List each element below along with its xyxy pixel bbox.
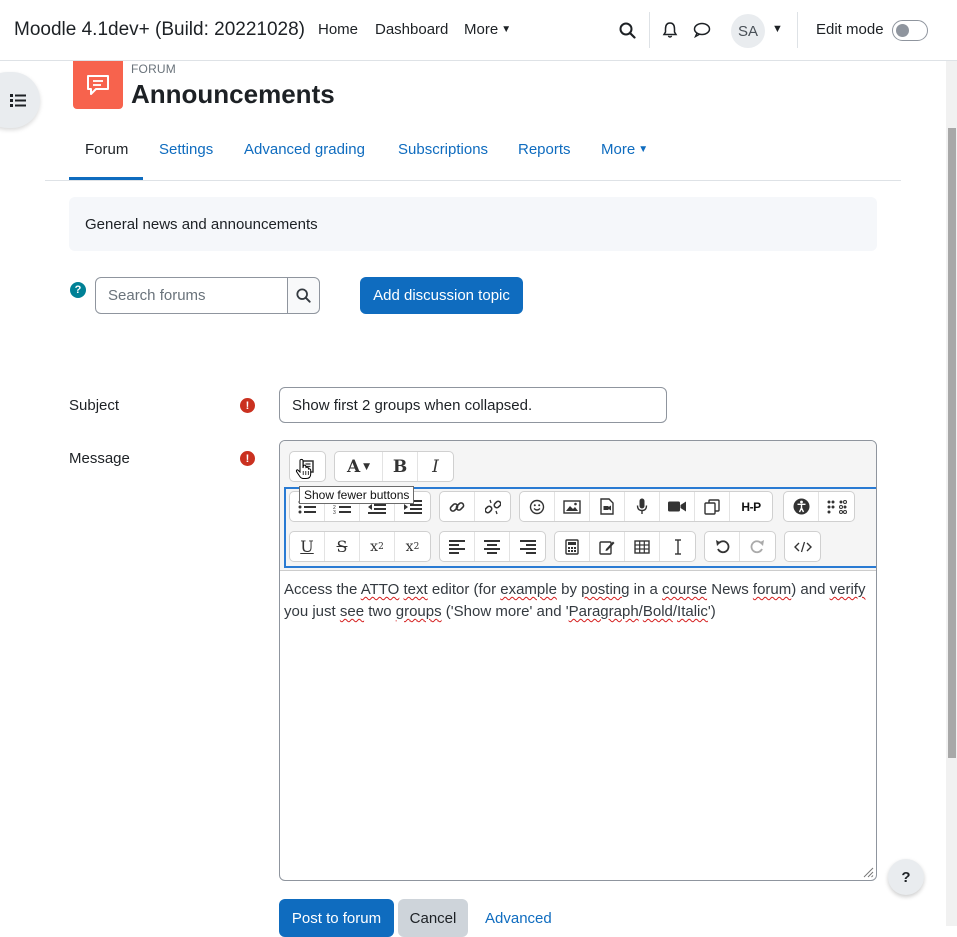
- text-segment: editor (for: [427, 581, 501, 598]
- tab-settings[interactable]: Settings: [159, 141, 213, 158]
- site-brand[interactable]: Moodle 4.1dev+ (Build: 20221028): [14, 19, 305, 41]
- paragraph-styles-button[interactable]: A ▼: [335, 452, 383, 481]
- edit-mode-toggle[interactable]: [892, 20, 928, 41]
- messages-icon[interactable]: [691, 19, 713, 41]
- subject-input[interactable]: Show first 2 groups when collapsed.: [279, 387, 667, 423]
- message-editor-content[interactable]: Access the ATTO text editor (for example…: [284, 579, 869, 623]
- cancel-button[interactable]: Cancel: [398, 899, 468, 937]
- message-line-1: Access the ATTO text editor (for example…: [284, 579, 869, 601]
- forum-intro: General news and announcements: [69, 197, 877, 251]
- add-discussion-topic-button[interactable]: Add discussion topic: [360, 277, 523, 314]
- navbar-divider: [649, 12, 650, 48]
- text-segment: by: [556, 581, 582, 598]
- caret-down-icon: ▼: [363, 461, 371, 472]
- message-label: Message: [69, 450, 130, 467]
- italic-button[interactable]: I: [418, 452, 453, 481]
- forum-icon: [73, 61, 123, 109]
- search-forums-input[interactable]: Search forums: [95, 277, 288, 314]
- text-segment: ) and: [791, 581, 830, 598]
- subject-label: Subject: [69, 397, 120, 414]
- active-tab-indicator: [69, 177, 143, 180]
- required-icon: !: [240, 398, 255, 413]
- atto-editor: A▼ B I 123: [279, 440, 877, 881]
- misspelled-word: posting: [581, 581, 630, 598]
- message-line-2: you just see two groups ('Show more' and…: [284, 601, 869, 623]
- bell-icon[interactable]: [659, 19, 681, 41]
- misspelled-word: course: [662, 581, 708, 598]
- advanced-link[interactable]: Advanced: [485, 910, 552, 927]
- secondary-navigation: Forum Settings Advanced grading Subscrip…: [45, 128, 901, 181]
- nav-dashboard[interactable]: Dashboard: [375, 21, 448, 38]
- page-scrollbar-thumb[interactable]: [948, 128, 956, 758]
- chevron-down-icon: ▼: [638, 144, 649, 155]
- course-index-toggle[interactable]: [0, 72, 40, 128]
- tab-forum[interactable]: Forum: [85, 141, 128, 158]
- page-title: Announcements: [131, 79, 335, 109]
- tab-reports[interactable]: Reports: [518, 141, 571, 158]
- chevron-down-icon: ▼: [501, 24, 512, 35]
- navbar-divider: [797, 12, 798, 48]
- misspelled-word: example: [500, 581, 557, 598]
- misspelled-word: Italic: [677, 603, 708, 620]
- search-icon[interactable]: [616, 19, 638, 41]
- nav-home[interactable]: Home: [318, 21, 358, 38]
- help-button[interactable]: ?: [888, 859, 924, 895]
- tooltip: Show fewer buttons: [299, 486, 415, 504]
- text-segment: you just: [284, 603, 340, 620]
- misspelled-word: forum: [752, 581, 792, 598]
- misspelled-word: ATTO: [360, 581, 400, 598]
- misspelled-word: Bold: [642, 603, 673, 620]
- hand-cursor-icon: [295, 458, 312, 479]
- search-button[interactable]: [287, 277, 320, 314]
- misspelled-word: groups: [395, 603, 442, 620]
- misspelled-word: Paragraph: [568, 603, 639, 620]
- toolbar-group-style: A ▼ B I: [334, 451, 454, 482]
- tab-subscriptions[interactable]: Subscriptions: [398, 141, 488, 158]
- text-segment: in a: [629, 581, 663, 598]
- post-to-forum-button[interactable]: Post to forum: [279, 899, 394, 937]
- resize-handle-icon[interactable]: [862, 866, 874, 878]
- nav-more-label: More: [464, 21, 499, 38]
- text-segment: News: [707, 581, 753, 598]
- tab-more-label: More: [601, 141, 636, 158]
- search-icon: [296, 288, 311, 303]
- required-icon: !: [240, 451, 255, 466]
- top-navbar: Moodle 4.1dev+ (Build: 20221028) Home Da…: [0, 0, 957, 61]
- toggle-knob: [896, 24, 909, 37]
- help-icon[interactable]: ?: [70, 282, 86, 298]
- chevron-down-icon[interactable]: ▼: [772, 23, 783, 35]
- user-avatar[interactable]: SA: [731, 14, 765, 48]
- text-segment: two: [364, 603, 396, 620]
- text-segment: '): [707, 603, 716, 620]
- text-segment: ('Show more' and ': [441, 603, 569, 620]
- nav-more[interactable]: More ▼: [464, 21, 511, 38]
- list-icon: [10, 93, 26, 107]
- bold-button[interactable]: B: [383, 452, 418, 481]
- page-kicker: FORUM: [131, 62, 176, 76]
- text-segment: Access the: [284, 581, 361, 598]
- misspelled-word: verify: [829, 581, 866, 598]
- edit-mode-label: Edit mode: [816, 21, 884, 38]
- misspelled-word: see: [339, 603, 365, 620]
- tab-more[interactable]: More ▼: [601, 141, 648, 158]
- tab-advanced-grading[interactable]: Advanced grading: [244, 141, 365, 158]
- misspelled-word: text: [403, 581, 428, 598]
